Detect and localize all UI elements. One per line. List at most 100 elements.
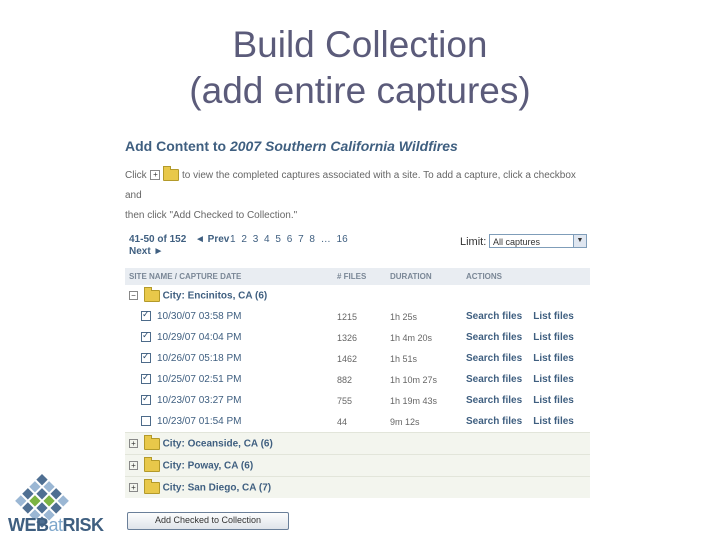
captures-table: SITE NAME / CAPTURE DATE # FILES DURATIO… — [125, 268, 590, 498]
limit-select[interactable]: All captures ▼ — [489, 234, 587, 248]
search-files-link[interactable]: Search files — [466, 395, 522, 406]
capture-checkbox[interactable] — [141, 330, 151, 343]
expand-toggle-icon[interactable]: + — [129, 439, 138, 448]
table-row: 10/25/07 02:51 PM 882 1h 10m 27s Search … — [125, 369, 590, 390]
instructions-line2: then click "Add Checked to Collection." — [125, 210, 298, 221]
expand-toggle-icon[interactable]: + — [129, 461, 138, 470]
search-files-link[interactable]: Search files — [466, 311, 522, 322]
city-row-expanded: − City: Encinitos, CA (6) — [125, 285, 590, 306]
city-row-collapsed: + City: San Diego, CA (7) — [125, 476, 590, 498]
expand-toggle-icon[interactable]: + — [129, 483, 138, 492]
table-row: 10/23/07 03:27 PM 755 1h 19m 43s Search … — [125, 390, 590, 411]
limit-select-value: All captures — [493, 237, 541, 247]
col-actions: ACTIONS — [462, 268, 590, 285]
list-files-link[interactable]: List files — [533, 374, 574, 385]
instructions-part2: to view the completed captures associate… — [125, 170, 576, 201]
duration: 9m 12s — [390, 416, 420, 427]
city-name[interactable]: City: Oceanside, CA — [163, 438, 258, 449]
search-files-link[interactable]: Search files — [466, 416, 522, 427]
city-row-collapsed: + City: Oceanside, CA (6) — [125, 432, 590, 455]
capture-date: 10/29/07 04:04 PM — [157, 332, 242, 343]
city-name[interactable]: City: Encinitos, CA — [163, 290, 253, 301]
page-link[interactable]: 6 — [287, 234, 293, 245]
plus-box-icon: + — [150, 170, 161, 181]
list-files-link[interactable]: List files — [533, 311, 574, 322]
duration: 1h 4m 20s — [390, 332, 433, 343]
duration: 1h 25s — [390, 311, 418, 322]
capture-checkbox[interactable] — [141, 416, 151, 427]
city-count: (6) — [240, 460, 254, 472]
capture-checkbox[interactable] — [141, 372, 151, 385]
list-files-link[interactable]: List files — [533, 353, 574, 364]
table-row: 10/29/07 04:04 PM 1326 1h 4m 20s Search … — [125, 327, 590, 348]
col-files: # FILES — [333, 268, 386, 285]
heading-prefix: Add Content to — [125, 138, 227, 154]
folder-icon — [143, 286, 160, 302]
page-link[interactable]: 16 — [337, 234, 348, 245]
page-link[interactable]: 2 — [241, 234, 247, 245]
capture-date: 10/30/07 03:58 PM — [157, 311, 242, 322]
file-count: 755 — [337, 395, 353, 406]
slide-title-line1: Build Collection — [232, 24, 488, 65]
folder-icon — [163, 166, 180, 182]
build-collection-panel: Add Content to 2007 Southern California … — [125, 138, 595, 530]
collection-name: 2007 Southern California Wildfires — [229, 138, 458, 154]
page-link[interactable]: 1 — [230, 234, 236, 245]
capture-checkbox[interactable] — [141, 393, 151, 406]
limit-label: Limit: — [460, 236, 487, 248]
search-files-link[interactable]: Search files — [466, 374, 522, 385]
collapse-toggle-icon[interactable]: − — [129, 291, 138, 300]
city-name[interactable]: City: Poway, CA — [163, 460, 239, 471]
duration: 1h 51s — [390, 353, 418, 364]
slide-title-line2: (add entire captures) — [189, 70, 531, 111]
file-count: 44 — [337, 416, 348, 427]
file-count: 882 — [337, 374, 353, 385]
capture-checkbox[interactable] — [141, 309, 151, 322]
page-link[interactable]: 3 — [253, 234, 259, 245]
prev-link[interactable]: ◄ Prev — [195, 234, 229, 245]
duration: 1h 19m 43s — [390, 395, 438, 406]
chevron-down-icon[interactable]: ▼ — [573, 235, 586, 247]
result-range: 41-50 of 152 — [129, 234, 187, 245]
table-row: 10/23/07 01:54 PM 44 9m 12s Search files… — [125, 411, 590, 433]
city-count: (7) — [258, 482, 272, 494]
file-count: 1215 — [337, 311, 358, 322]
page-links: 1 2 3 4 5 6 7 8 … 16 — [230, 234, 351, 245]
table-row: 10/26/07 05:18 PM 1462 1h 51s Search fil… — [125, 348, 590, 369]
list-files-link[interactable]: List files — [533, 395, 574, 406]
capture-date: 10/26/07 05:18 PM — [157, 353, 242, 364]
capture-checkbox[interactable] — [141, 351, 151, 364]
file-count: 1326 — [337, 332, 358, 343]
webatrisk-logo-text: WEBatRISK — [8, 515, 104, 535]
page-link[interactable]: 5 — [275, 234, 281, 245]
city-row-collapsed: + City: Poway, CA (6) — [125, 454, 590, 477]
slide-title: Build Collection (add entire captures) — [0, 22, 720, 114]
duration: 1h 10m 27s — [390, 374, 438, 385]
next-link[interactable]: Next ► — [129, 246, 163, 257]
capture-date: 10/25/07 02:51 PM — [157, 374, 242, 385]
pager: 41-50 of 152 ◄ Prev 1 2 3 4 5 6 7 8 … 16… — [125, 234, 595, 264]
table-header-row: SITE NAME / CAPTURE DATE # FILES DURATIO… — [125, 268, 590, 285]
search-files-link[interactable]: Search files — [466, 332, 522, 343]
folder-icon — [143, 456, 160, 472]
folder-icon — [143, 478, 160, 494]
page-link[interactable]: 8 — [309, 234, 315, 245]
folder-icon — [143, 434, 160, 450]
list-files-link[interactable]: List files — [533, 332, 574, 343]
instructions: Click + to view the completed captures a… — [125, 166, 595, 226]
city-name[interactable]: City: San Diego, CA — [163, 482, 257, 493]
page-link[interactable]: 4 — [264, 234, 270, 245]
add-checked-button[interactable]: Add Checked to Collection — [127, 512, 289, 530]
file-count: 1462 — [337, 353, 358, 364]
list-files-link[interactable]: List files — [533, 416, 574, 427]
city-count: (6) — [254, 290, 268, 302]
page-ellipsis: … — [320, 234, 331, 245]
instructions-part1: Click — [125, 170, 147, 181]
capture-date: 10/23/07 01:54 PM — [157, 416, 242, 427]
capture-date: 10/23/07 03:27 PM — [157, 395, 242, 406]
page-link[interactable]: 7 — [298, 234, 304, 245]
table-row: 10/30/07 03:58 PM 1215 1h 25s Search fil… — [125, 306, 590, 327]
panel-heading: Add Content to 2007 Southern California … — [125, 138, 595, 158]
search-files-link[interactable]: Search files — [466, 353, 522, 364]
city-count: (6) — [260, 438, 273, 450]
